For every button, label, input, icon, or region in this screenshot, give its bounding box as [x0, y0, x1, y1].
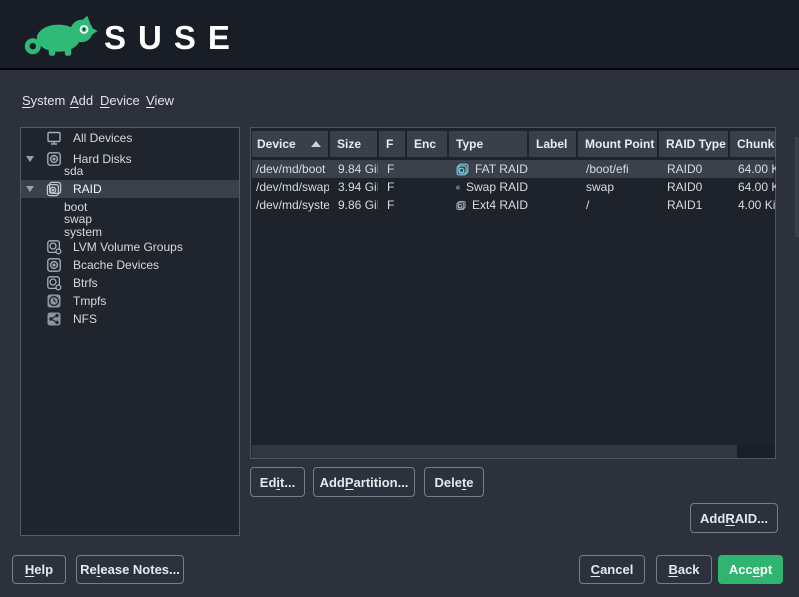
tree-item-sda[interactable]: sda	[21, 164, 239, 177]
edit-button[interactable]: Edit...	[250, 467, 305, 497]
release-notes-button[interactable]: Release Notes...	[76, 555, 184, 584]
horizontal-scrollbar	[252, 445, 774, 458]
back-button[interactable]: Back	[656, 555, 712, 584]
expand-arrow-icon[interactable]	[26, 156, 34, 162]
monitor-icon	[46, 130, 62, 146]
clock-icon	[46, 293, 62, 309]
tree-item-bcache-devices[interactable]: Bcache Devices	[21, 256, 239, 274]
raid-disk-icon	[456, 163, 469, 176]
table-row-md-system[interactable]: /dev/md/system 9.86 GiB F Ext4 RAID / RA…	[252, 196, 774, 214]
horizontal-scrollbar-thumb[interactable]	[252, 445, 737, 458]
share-icon	[46, 311, 62, 327]
tree-item-raid[interactable]: RAID	[21, 180, 239, 198]
column-header-type[interactable]: Type	[449, 131, 527, 157]
menu-add[interactable]: Add	[70, 93, 93, 108]
expand-arrow-icon[interactable]	[26, 186, 34, 192]
table-row-md-boot[interactable]: /dev/md/boot 9.84 GiB F FAT RAID /boot/e…	[252, 160, 774, 178]
raid-disk-icon	[456, 181, 460, 194]
menu-bar: System Add Device View	[0, 90, 799, 114]
app-header: SUSE	[0, 0, 799, 70]
cancel-button[interactable]: Cancel	[579, 555, 645, 584]
menu-view[interactable]: View	[146, 93, 174, 108]
expert-partitioner-window: SUSE System Add Device View All Devices …	[0, 0, 799, 597]
menu-system[interactable]: System	[22, 93, 65, 108]
raid-icon	[46, 181, 62, 197]
tree-item-lvm-volume-groups[interactable]: LVM Volume Groups	[21, 238, 239, 256]
column-header-device[interactable]: Device	[252, 131, 328, 157]
tree-item-all-devices[interactable]: All Devices	[21, 129, 239, 147]
add-partition-button[interactable]: Add Partition...	[313, 467, 415, 497]
sort-ascending-icon	[311, 141, 321, 147]
tree-item-btrfs[interactable]: Btrfs	[21, 274, 239, 292]
column-header-f[interactable]: F	[379, 131, 405, 157]
vertical-scrollbar-thumb[interactable]	[795, 137, 799, 237]
bcache-icon	[46, 257, 62, 273]
lvm-icon	[46, 239, 62, 255]
suse-wordmark: SUSE	[104, 19, 242, 57]
column-header-chunk[interactable]: Chunk	[730, 131, 775, 157]
devices-table: Device Size F Enc Type Label Mount Point…	[250, 127, 776, 459]
device-tree-panel: All Devices Hard Disks sda RAID boot swa…	[20, 127, 240, 536]
column-header-mount-point[interactable]: Mount Point	[578, 131, 657, 157]
column-header-size[interactable]: Size	[330, 131, 377, 157]
help-button[interactable]: Help	[12, 555, 66, 584]
column-header-enc[interactable]: Enc	[407, 131, 447, 157]
tree-item-system[interactable]: system	[21, 225, 239, 238]
accept-button[interactable]: Accept	[718, 555, 783, 584]
tree-item-tmpfs[interactable]: Tmpfs	[21, 292, 239, 310]
add-raid-button[interactable]: Add RAID...	[690, 503, 778, 533]
table-row-md-swap[interactable]: /dev/md/swap 3.94 GiB F Swap RAID swap R…	[252, 178, 774, 196]
menu-device[interactable]: Device	[100, 93, 140, 108]
suse-chameleon-icon	[20, 9, 100, 61]
btrfs-icon	[46, 275, 62, 291]
raid-disk-icon	[456, 199, 466, 212]
tree-item-nfs[interactable]: NFS	[21, 310, 239, 328]
column-header-label[interactable]: Label	[529, 131, 576, 157]
tree-item-swap[interactable]: swap	[21, 212, 239, 225]
column-header-raid-type[interactable]: RAID Type	[659, 131, 728, 157]
delete-button[interactable]: Delete	[424, 467, 484, 497]
